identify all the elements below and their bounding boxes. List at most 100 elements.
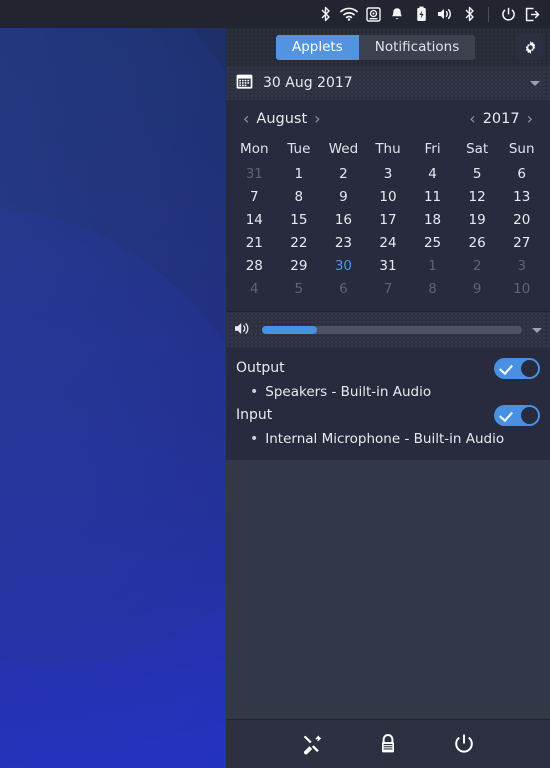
volume-applet-header xyxy=(226,312,550,348)
calendar-day[interactable]: 23 xyxy=(321,232,366,255)
gear-icon[interactable] xyxy=(517,34,543,60)
calendar-header[interactable]: 30 Aug 2017 xyxy=(226,66,550,100)
applet-panel: Applets Notifications 30 Aug 2017 ‹ Augu… xyxy=(226,28,550,768)
disk-icon[interactable] xyxy=(361,0,385,28)
calendar-day[interactable]: 11 xyxy=(410,186,455,209)
tab-applets[interactable]: Applets xyxy=(276,34,359,60)
calendar-day[interactable]: 10 xyxy=(366,186,411,209)
calendar-day[interactable]: 5 xyxy=(277,278,322,301)
calendar-day-header: Sun xyxy=(508,141,535,157)
calendar-day[interactable]: 6 xyxy=(321,278,366,301)
calendar-day[interactable]: 26 xyxy=(455,232,500,255)
lock-icon[interactable] xyxy=(373,729,403,759)
output-device-label: Speakers - Built-in Audio xyxy=(265,383,432,400)
prev-month-button[interactable]: ‹ xyxy=(236,111,256,127)
calendar-day[interactable]: 24 xyxy=(366,232,411,255)
calendar-day[interactable]: 4 xyxy=(232,278,277,301)
input-device-item[interactable]: • Internal Microphone - Built-in Audio xyxy=(236,427,540,450)
next-month-button[interactable]: › xyxy=(307,111,327,127)
calendar-day[interactable]: 1 xyxy=(410,255,455,278)
power-icon[interactable] xyxy=(449,729,479,759)
chevron-down-icon[interactable] xyxy=(532,327,542,333)
calendar-icon xyxy=(236,73,253,94)
calendar-day[interactable]: 3 xyxy=(366,163,411,186)
calendar-day[interactable]: 19 xyxy=(455,209,500,232)
calendar-day[interactable]: 25 xyxy=(410,232,455,255)
calendar-day[interactable]: 4 xyxy=(410,163,455,186)
check-icon xyxy=(499,407,513,422)
calendar-day[interactable]: 27 xyxy=(499,232,544,255)
calendar-day[interactable]: 20 xyxy=(499,209,544,232)
calendar-navigation: ‹ August › ‹ 2017 › xyxy=(226,100,550,134)
calendar-day[interactable]: 22 xyxy=(277,232,322,255)
bluetooth-secondary-icon[interactable] xyxy=(457,0,481,28)
calendar-day-selected[interactable]: 30 xyxy=(321,255,366,278)
calendar-day[interactable]: 8 xyxy=(410,278,455,301)
panel-action-bar xyxy=(226,719,550,768)
volume-slider-fill xyxy=(262,326,317,334)
notification-bell-icon[interactable] xyxy=(385,0,409,28)
panel-header: Applets Notifications xyxy=(226,28,550,66)
volume-icon[interactable] xyxy=(234,321,252,340)
audio-devices-section: Output • Speakers - Built-in Audio Input… xyxy=(226,348,550,460)
calendar-day[interactable]: 9 xyxy=(455,278,500,301)
calendar-day[interactable]: 31 xyxy=(366,255,411,278)
calendar-day-header: Thu xyxy=(375,141,401,157)
input-label: Input xyxy=(236,407,273,423)
chevron-down-icon[interactable] xyxy=(530,80,540,86)
output-label: Output xyxy=(236,360,285,376)
next-year-button[interactable]: › xyxy=(520,111,540,127)
calendar-day[interactable]: 13 xyxy=(499,186,544,209)
calendar-day[interactable]: 7 xyxy=(366,278,411,301)
calendar-day[interactable]: 6 xyxy=(499,163,544,186)
battery-charging-icon[interactable] xyxy=(409,0,433,28)
calendar-day[interactable]: 14 xyxy=(232,209,277,232)
toggle-knob xyxy=(521,406,538,424)
calendar-day[interactable]: 7 xyxy=(232,186,277,209)
volume-slider[interactable] xyxy=(262,326,522,334)
bullet-icon: • xyxy=(250,383,259,400)
calendar-day[interactable]: 31 xyxy=(232,163,277,186)
calendar-day[interactable]: 17 xyxy=(366,209,411,232)
calendar-day-header: Fri xyxy=(424,141,441,157)
calendar-day-header: Sat xyxy=(466,141,489,157)
calendar-day[interactable]: 18 xyxy=(410,209,455,232)
calendar-day[interactable]: 29 xyxy=(277,255,322,278)
calendar-year-label: 2017 xyxy=(482,111,520,127)
calendar-day[interactable]: 3 xyxy=(499,255,544,278)
wifi-icon[interactable] xyxy=(337,0,361,28)
desktop-wallpaper xyxy=(0,28,226,768)
calendar-day[interactable]: 21 xyxy=(232,232,277,255)
input-device-label: Internal Microphone - Built-in Audio xyxy=(265,430,505,447)
input-toggle[interactable] xyxy=(494,404,540,426)
output-toggle[interactable] xyxy=(494,357,540,379)
volume-icon[interactable] xyxy=(433,0,457,28)
calendar-day[interactable]: 15 xyxy=(277,209,322,232)
power-icon[interactable] xyxy=(496,0,520,28)
calendar-day[interactable]: 1 xyxy=(277,163,322,186)
panel-tabs: Applets Notifications xyxy=(276,34,476,60)
tab-notifications[interactable]: Notifications xyxy=(358,34,476,60)
calendar-day-header: Mon xyxy=(240,141,269,157)
prev-year-button[interactable]: ‹ xyxy=(462,111,482,127)
logout-icon[interactable] xyxy=(520,0,544,28)
calendar-day[interactable]: 28 xyxy=(232,255,277,278)
bluetooth-icon[interactable] xyxy=(313,0,337,28)
calendar-day[interactable]: 9 xyxy=(321,186,366,209)
system-tray-bar xyxy=(0,0,550,28)
calendar-day[interactable]: 16 xyxy=(321,209,366,232)
calendar-day[interactable]: 10 xyxy=(499,278,544,301)
bullet-icon: • xyxy=(250,430,259,447)
calendar-day-header: Tue xyxy=(287,141,311,157)
calendar-month-label: August xyxy=(256,111,308,127)
output-device-item[interactable]: • Speakers - Built-in Audio xyxy=(236,380,540,403)
calendar-day[interactable]: 2 xyxy=(321,163,366,186)
tools-icon[interactable] xyxy=(297,729,327,759)
screen: Applets Notifications 30 Aug 2017 ‹ Augu… xyxy=(0,0,550,768)
calendar-day[interactable]: 8 xyxy=(277,186,322,209)
toggle-knob xyxy=(521,359,538,377)
calendar-day[interactable]: 12 xyxy=(455,186,500,209)
calendar-day-header: Wed xyxy=(328,141,359,157)
calendar-day[interactable]: 5 xyxy=(455,163,500,186)
calendar-day[interactable]: 2 xyxy=(455,255,500,278)
